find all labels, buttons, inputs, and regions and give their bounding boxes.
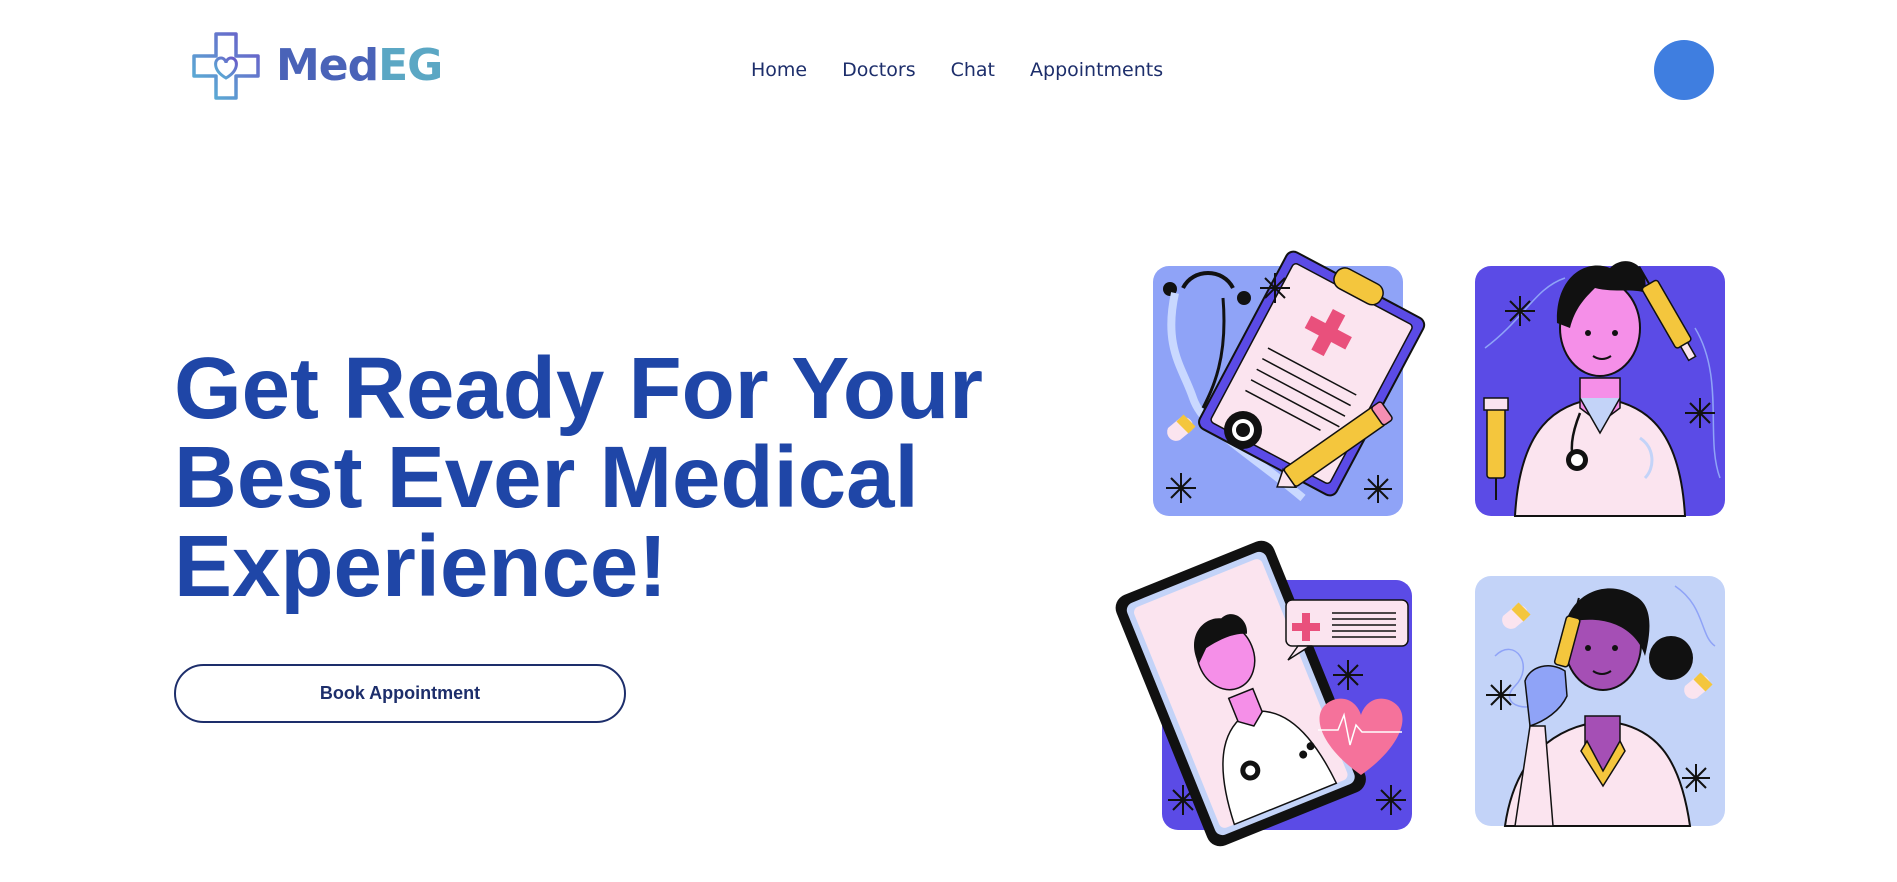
medical-cross-icon <box>192 32 260 100</box>
brand-name-part1: Med <box>276 40 379 91</box>
hero-title-line-1: Get Ready For Your <box>174 340 983 437</box>
phone-doctor-chat-illustration <box>1115 540 1418 847</box>
male-doctor-illustration <box>1475 238 1735 518</box>
site-header: MedEG Home Doctors Chat Appointments <box>0 0 1897 140</box>
brand-logo[interactable]: MedEG <box>190 30 443 102</box>
hero-title: Get Ready For Your Best Ever Medical Exp… <box>174 344 1054 611</box>
book-appointment-button[interactable]: Book Appointment <box>174 664 626 723</box>
nav-chat-link[interactable]: Chat <box>951 58 995 82</box>
brand-name: MedEG <box>276 44 443 88</box>
hero-title-line-2: Best Ever Medical <box>174 429 919 526</box>
nav-doctors-link[interactable]: Doctors <box>842 58 916 82</box>
nav-home-link[interactable]: Home <box>751 58 807 82</box>
brand-name-part2: EG <box>378 40 443 91</box>
main-nav: Home Doctors Chat Appointments <box>751 58 1163 82</box>
nav-appointments-link[interactable]: Appointments <box>1030 58 1163 82</box>
clipboard-stethoscope-illustration <box>1153 250 1433 518</box>
user-avatar[interactable] <box>1654 40 1714 100</box>
hero-title-line-3: Experience! <box>174 518 668 615</box>
female-nurse-vaccine-illustration <box>1475 576 1735 831</box>
